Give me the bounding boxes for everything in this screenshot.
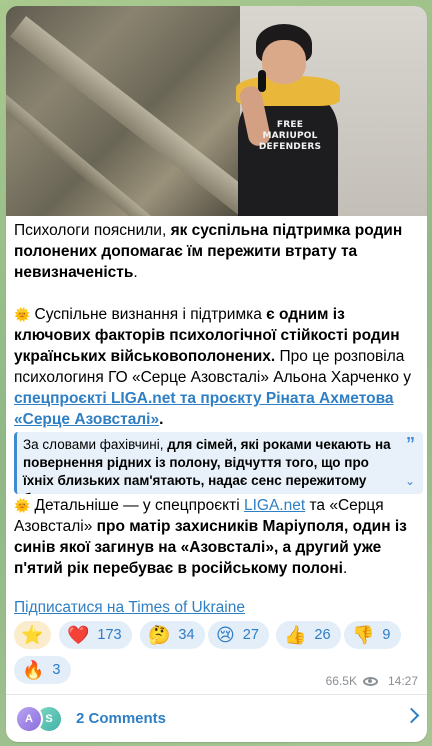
reaction-thumbs-up[interactable]: 👍 26 bbox=[276, 621, 341, 649]
star-icon: ⭐ bbox=[21, 625, 44, 645]
blockquote[interactable]: За словами фахівчині, для сімей, які рок… bbox=[14, 432, 423, 494]
paragraph-1: Психологи пояснили, як суспільна підтрим… bbox=[14, 222, 403, 281]
message-meta: 66.5K 14:27 bbox=[326, 674, 418, 688]
paragraph-2: 🌞 Суспільне визнання і підтримка є одним… bbox=[14, 306, 411, 428]
paragraph-3: 🌞 Детальніше — у спецпроєкті LIGA.net та… bbox=[14, 497, 407, 577]
reaction-thinking[interactable]: 🤔 34 bbox=[140, 621, 205, 649]
reaction-count: 9 bbox=[382, 627, 391, 643]
liga-link[interactable]: LIGA.net bbox=[244, 497, 305, 514]
expand-chevron-icon[interactable]: ⌄ bbox=[405, 472, 415, 490]
commenter-avatars: A S bbox=[15, 704, 73, 734]
post-text: Психологи пояснили, як суспільна підтрим… bbox=[14, 220, 420, 430]
reaction-crying[interactable]: 😢 27 bbox=[208, 621, 269, 649]
thinking-face-icon: 🤔 bbox=[148, 625, 171, 645]
crying-face-icon: 😢 bbox=[216, 625, 235, 645]
reaction-count: 34 bbox=[178, 627, 195, 643]
liga-special-link[interactable]: спецпроєкті LIGA.net та проєкту Ріната А… bbox=[14, 390, 394, 428]
heart-icon: ❤️ bbox=[67, 625, 90, 645]
thumbs-down-icon: 👎 bbox=[352, 625, 375, 645]
view-count: 66.5K bbox=[325, 674, 357, 688]
speaker-figure: FREE MARIUPOL DEFENDERS bbox=[228, 24, 348, 216]
microphone-icon bbox=[258, 70, 266, 92]
message-time: 14:27 bbox=[387, 674, 418, 688]
eye-icon bbox=[362, 676, 378, 686]
post-photo[interactable]: FREE MARIUPOL DEFENDERS bbox=[6, 6, 427, 216]
thumbs-up-icon: 👍 bbox=[284, 625, 307, 645]
quote-mark-icon: ” bbox=[406, 434, 415, 454]
sun-emoji-icon: 🌞 bbox=[14, 307, 31, 322]
projector-screen bbox=[6, 6, 263, 216]
reaction-thumbs-down[interactable]: 👎 9 bbox=[344, 621, 401, 649]
message-bubble: FREE MARIUPOL DEFENDERS Психологи поясни… bbox=[6, 6, 427, 742]
reaction-count: 173 bbox=[97, 627, 122, 643]
comments-label: 2 Comments bbox=[76, 710, 167, 727]
subscribe-link[interactable]: Підписатися на Times of Ukraine bbox=[14, 597, 245, 618]
fire-icon: 🔥 bbox=[22, 660, 45, 680]
reaction-heart[interactable]: ❤️ 173 bbox=[59, 621, 132, 649]
reaction-count: 26 bbox=[314, 627, 331, 643]
comments-button[interactable]: A S 2 Comments bbox=[6, 695, 427, 742]
reaction-count: 27 bbox=[242, 627, 259, 643]
reaction-star[interactable]: ⭐ bbox=[14, 621, 51, 649]
chevron-right-icon bbox=[403, 707, 420, 724]
reaction-fire[interactable]: 🔥 3 bbox=[14, 656, 71, 684]
shirt-text: FREE MARIUPOL DEFENDERS bbox=[258, 120, 322, 152]
sun-emoji-icon: 🌞 bbox=[14, 498, 31, 513]
avatar: A bbox=[15, 704, 43, 733]
reaction-count: 3 bbox=[52, 662, 61, 678]
